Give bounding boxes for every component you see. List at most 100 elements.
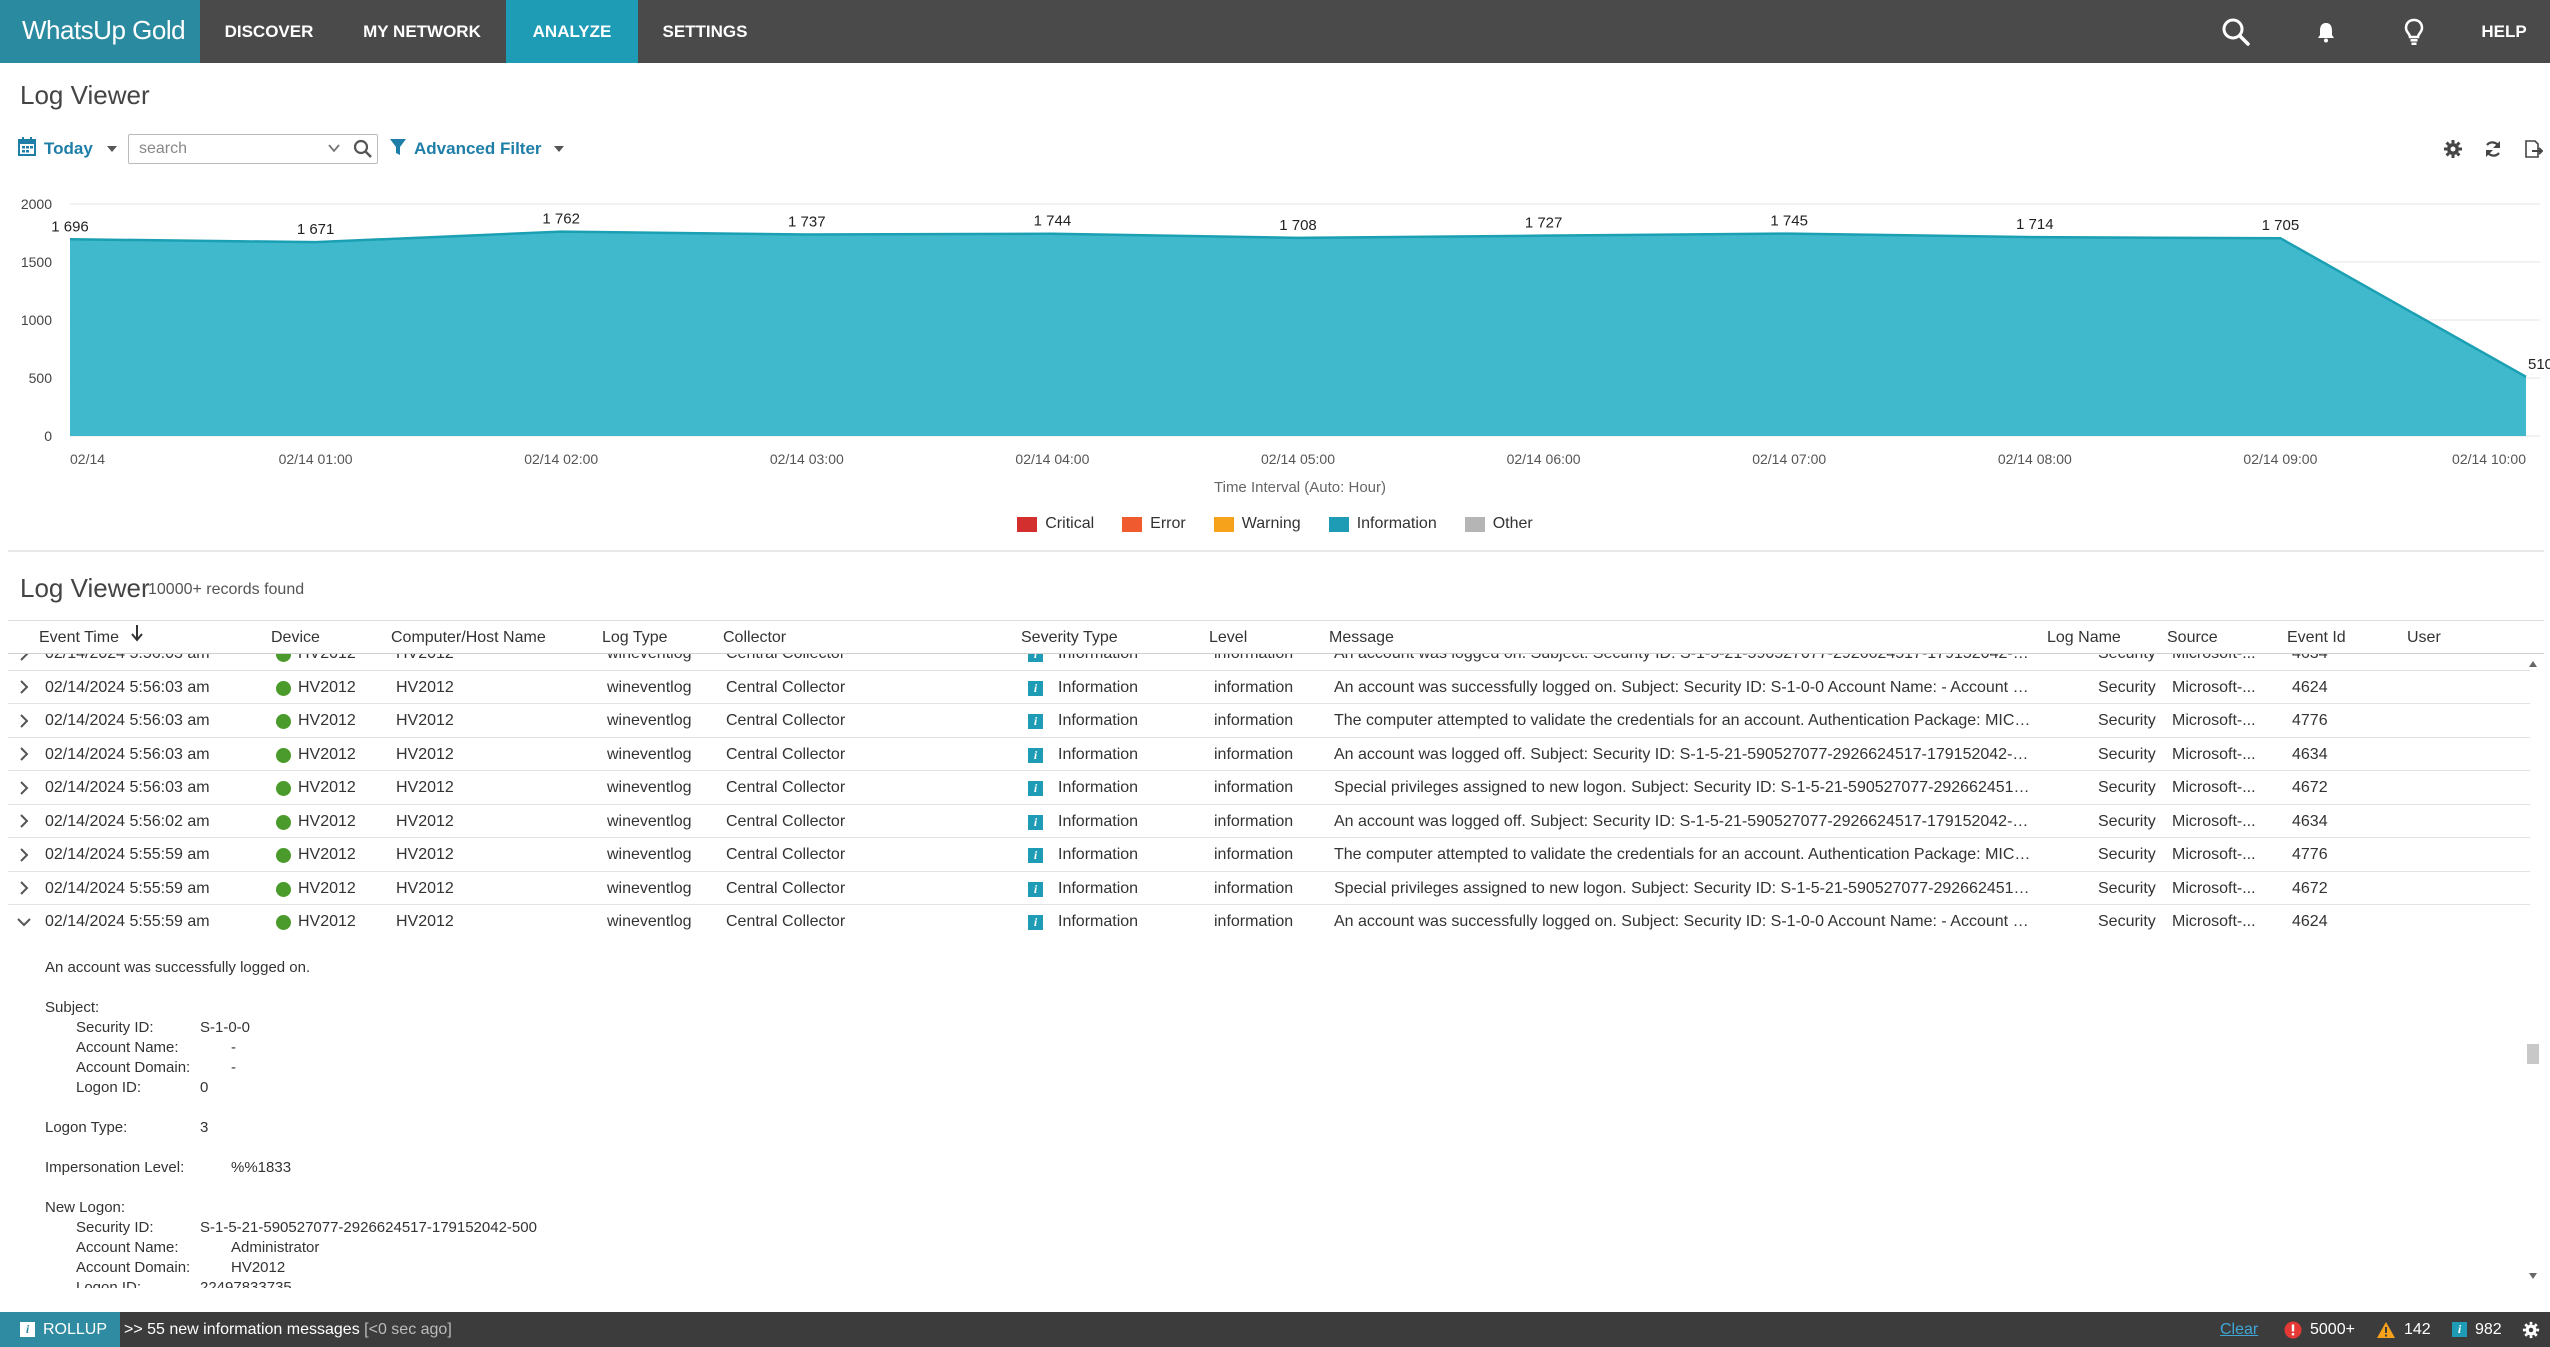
col-message[interactable]: Message	[1329, 621, 1394, 654]
advanced-filter-dropdown[interactable]: Advanced Filter	[390, 134, 564, 164]
search-button-icon[interactable]	[353, 139, 373, 164]
bell-icon[interactable]	[2296, 0, 2356, 63]
detail-key: Account Name:	[76, 1239, 179, 1256]
col-severity-type[interactable]: Severity Type	[1021, 621, 1118, 654]
col-device[interactable]: Device	[271, 621, 320, 654]
col-source[interactable]: Source	[2167, 621, 2218, 654]
col-collector[interactable]: Collector	[723, 621, 786, 654]
table-row[interactable]: 02/14/2024 5:55:59 am HV2012 HV2012 wine…	[8, 872, 2530, 905]
cell-source: Microsoft-...	[2172, 846, 2256, 863]
legend-label: Warning	[1241, 515, 1301, 532]
calendar-icon	[18, 137, 36, 161]
refresh-icon[interactable]	[2478, 134, 2508, 164]
status-message[interactable]: >> 55 new information messages [<0 sec a…	[124, 1312, 452, 1347]
data-label: 1 737	[788, 214, 826, 231]
col-host-name[interactable]: Computer/Host Name	[391, 621, 546, 654]
grid-scrollbar[interactable]	[2522, 654, 2544, 1288]
info-count[interactable]: i 982	[2452, 1312, 2502, 1347]
cell-level: information	[1214, 913, 1294, 930]
error-count[interactable]: 5000+	[2284, 1312, 2355, 1347]
chevron-right-icon[interactable]	[12, 771, 36, 804]
col-user[interactable]: User	[2407, 621, 2441, 654]
cell-source: Microsoft-...	[2172, 812, 2256, 830]
sort-desc-icon[interactable]	[131, 621, 144, 655]
brand-logo[interactable]: WhatsUp Gold	[0, 0, 200, 63]
data-label: 1 745	[1770, 213, 1808, 230]
warning-count[interactable]: 142	[2376, 1312, 2431, 1347]
table-row[interactable]: 02/14/2024 5:56:03 am HV2012 HV2012 wine…	[8, 671, 2530, 704]
detail-key: Logon ID:	[76, 1279, 142, 1288]
table-row[interactable]: 02/14/2024 5:56:02 am HV2012 HV2012 wine…	[8, 805, 2530, 838]
col-level[interactable]: Level	[1209, 621, 1247, 654]
nav-settings[interactable]: SETTINGS	[638, 0, 772, 63]
table-row[interactable]: 02/14/2024 5:56:03 am HV2012 HV2012 wine…	[8, 738, 2530, 771]
detail-value: %%1833	[231, 1159, 292, 1176]
lightbulb-icon[interactable]	[2384, 0, 2444, 63]
status-up-icon	[276, 654, 291, 662]
cell-device[interactable]: HV2012	[298, 738, 398, 771]
legend-warning[interactable]: Warning	[1213, 512, 1301, 536]
statusbar-gear-icon[interactable]	[2522, 1312, 2540, 1347]
info-severity-icon: i	[1028, 654, 1043, 662]
search-icon[interactable]	[2206, 0, 2266, 63]
chevron-right-icon[interactable]	[12, 838, 36, 871]
legend-error[interactable]: Error	[1122, 512, 1186, 536]
chevron-right-icon[interactable]	[12, 738, 36, 771]
legend-other[interactable]: Other	[1464, 512, 1533, 536]
col-log-type[interactable]: Log Type	[602, 621, 668, 654]
rollup-button[interactable]: i ROLLUP	[0, 1312, 120, 1347]
legend-information[interactable]: Information	[1328, 512, 1437, 536]
cell-level: information	[1214, 654, 1324, 670]
nav-my-network[interactable]: MY NETWORK	[338, 0, 506, 63]
table-row[interactable]: 02/14/2024 5:55:59 am HV2012 HV2012 wine…	[8, 838, 2530, 872]
detail-intro: An account was successfully logged on.	[45, 959, 311, 976]
cell-host: HV2012	[396, 678, 454, 696]
x-tick-label: 02/14 08:00	[1998, 451, 2072, 467]
gear-icon[interactable]	[2438, 134, 2468, 164]
y-tick-label: 2000	[21, 196, 52, 212]
chevron-down-icon[interactable]	[327, 141, 341, 160]
col-event-id[interactable]: Event Id	[2287, 621, 2346, 654]
table-row[interactable]: 02/14/2024 5:56:03 am HV2012 HV2012 wine…	[8, 654, 2530, 671]
status-up-icon	[276, 848, 291, 863]
cell-device[interactable]: HV2012	[298, 671, 398, 704]
legend-critical[interactable]: Critical	[1017, 512, 1094, 536]
search-input[interactable]	[129, 135, 319, 163]
table-row[interactable]: 02/14/2024 5:56:03 am HV2012 HV2012 wine…	[8, 771, 2530, 805]
cell-device[interactable]: HV2012	[298, 905, 398, 938]
cell-device[interactable]: HV2012	[298, 838, 398, 871]
cell-log-name: Security	[2098, 654, 2158, 670]
cell-device[interactable]: HV2012	[298, 704, 398, 737]
chevron-right-icon[interactable]	[12, 704, 36, 737]
legend-swatch	[1122, 516, 1143, 532]
cell-device[interactable]: HV2012	[298, 654, 398, 670]
export-icon[interactable]	[2518, 134, 2548, 164]
nav-help[interactable]: HELP	[2474, 0, 2534, 63]
chevron-right-icon[interactable]	[12, 805, 36, 838]
scroll-up-icon[interactable]	[2528, 660, 2538, 668]
chevron-right-icon[interactable]	[12, 671, 36, 704]
table-row[interactable]: 02/14/2024 5:56:03 am HV2012 HV2012 wine…	[8, 704, 2530, 738]
caret-down-icon	[553, 146, 564, 152]
cell-device[interactable]: HV2012	[298, 805, 398, 838]
col-log-name[interactable]: Log Name	[2047, 621, 2121, 654]
nav-analyze[interactable]: ANALYZE	[506, 0, 638, 63]
chevron-down-icon[interactable]	[12, 905, 36, 938]
cell-device[interactable]: HV2012	[298, 872, 398, 905]
chevron-right-icon[interactable]	[12, 872, 36, 905]
cell-device[interactable]: HV2012	[298, 771, 398, 804]
chevron-right-icon[interactable]	[12, 654, 36, 670]
table-row-expanded[interactable]: 02/14/2024 5:55:59 am HV2012 HV2012 wine…	[8, 905, 2530, 939]
data-label: 1 727	[1525, 215, 1563, 232]
date-range-dropdown[interactable]: Today	[18, 134, 117, 164]
x-tick-label: 02/14	[70, 451, 105, 467]
rollup-label: ROLLUP	[43, 1320, 108, 1338]
col-event-time[interactable]: Event Time	[39, 621, 144, 655]
cell-source: Microsoft-...	[2172, 779, 2256, 796]
scrollbar-thumb[interactable]	[2527, 1044, 2539, 1064]
scroll-down-icon[interactable]	[2528, 1272, 2538, 1280]
nav-discover[interactable]: DISCOVER	[200, 0, 338, 63]
info-severity-icon: i	[1028, 714, 1043, 729]
cell-message: An account was logged off. Subject: Secu…	[1334, 812, 2034, 830]
clear-link[interactable]: Clear	[2220, 1312, 2258, 1347]
